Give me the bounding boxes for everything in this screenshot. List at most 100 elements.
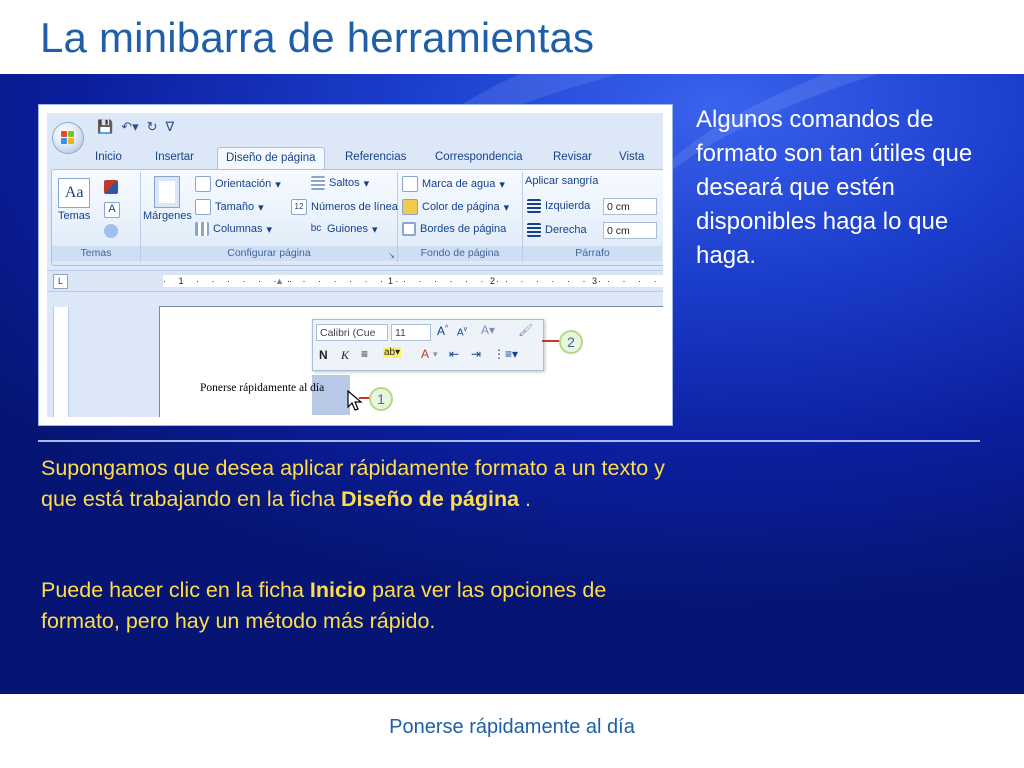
group-configurar-pagina: Márgenes Orientación ▾ Tamaño ▾ Columnas ▾ …: [141, 172, 407, 262]
tab-inicio[interactable]: Inicio: [95, 151, 122, 163]
indent-left-label: Izquierda: [527, 199, 590, 213]
document-text[interactable]: Ponerse rápidamente al día: [200, 382, 324, 394]
horizontal-ruler[interactable]: L · 1 · · · · · · · ▲ · · · · · · · · 1 …: [47, 270, 663, 292]
orientacion-button[interactable]: Orientación ▾: [195, 176, 281, 192]
shrink-font-icon[interactable]: Av: [457, 326, 467, 338]
font-size-combo[interactable]: 11: [391, 324, 431, 341]
indent-left-input[interactable]: 0 cm: [603, 198, 657, 215]
callout-1: 1: [369, 387, 393, 411]
tab-referencias[interactable]: Referencias: [345, 151, 406, 163]
saltos-label: Saltos: [329, 177, 360, 189]
indent-right-icon: [527, 223, 541, 237]
margins-icon: [154, 176, 181, 208]
theme-fonts-icon[interactable]: A: [104, 202, 120, 218]
format-painter-icon[interactable]: 🖌: [518, 323, 533, 337]
tab-revisar[interactable]: Revisar: [553, 151, 592, 163]
numeros-linea-label: Números de línea: [311, 201, 398, 213]
breaks-icon: [311, 176, 325, 190]
group-temas: Aa Temas A Temas: [52, 172, 141, 262]
margenes-label: Márgenes: [143, 210, 192, 222]
dropdown-arrow-icon: ▾: [258, 201, 264, 214]
watermark-icon: [402, 176, 418, 192]
saltos-button[interactable]: Saltos ▾: [311, 176, 369, 190]
dialog-launcher-icon[interactable]: ↘: [388, 251, 395, 260]
ribbon-tabs: Inicio Insertar Diseño de página Referen…: [47, 147, 663, 169]
bordes-pagina-label: Bordes de página: [420, 223, 507, 235]
office-logo-icon: [61, 131, 75, 145]
tab-correspondencia[interactable]: Correspondencia: [435, 151, 523, 163]
tab-selector-icon[interactable]: L: [53, 274, 68, 289]
color-de-pagina-button[interactable]: Color de página ▾: [402, 199, 509, 215]
mini-toolbar: Calibri (Cue 11 A^ Av A▾ 🖌 N K ≡ ab▾ A ▾…: [312, 319, 544, 371]
numeros-de-linea-button[interactable]: 12Números de línea▾: [291, 199, 407, 215]
dropdown-arrow-icon: ▾: [363, 177, 370, 190]
save-icon[interactable]: 💾: [97, 119, 113, 135]
hyphenation-icon: bc: [310, 223, 322, 234]
indent-left-icon: [527, 199, 541, 213]
tab-diseno-de-pagina[interactable]: Diseño de página: [217, 147, 325, 169]
orientacion-label: Orientación: [215, 178, 272, 190]
theme-colors-icon[interactable]: [104, 180, 118, 194]
guiones-button[interactable]: bc Guiones ▾: [309, 222, 378, 236]
group-label-configurar-pagina: Configurar página: [141, 246, 397, 261]
italic-icon[interactable]: K: [341, 348, 349, 363]
divider-line: [38, 440, 980, 442]
guiones-label: Guiones: [327, 223, 368, 235]
body-paragraph-1: Supongamos que desea aplicar rápidamente…: [41, 456, 665, 511]
vertical-ruler: [53, 307, 69, 417]
themes-icon: Aa: [58, 178, 91, 208]
callout-line-2: [542, 340, 560, 342]
font-name-combo[interactable]: Calibri (Cue: [316, 324, 388, 341]
word-screenshot: 💾 ↶▾ ↻ ∇ Inicio Insertar Diseño de págin…: [47, 113, 663, 417]
mouse-pointer-icon: [347, 390, 363, 411]
marca-de-agua-button[interactable]: Marca de agua ▾: [402, 176, 505, 192]
increase-indent-icon[interactable]: ⇥: [471, 347, 481, 361]
text-selection: [312, 375, 350, 415]
margenes-button[interactable]: Márgenes: [143, 176, 192, 222]
temas-button-label: Temas: [58, 210, 91, 222]
columns-icon: [195, 222, 209, 236]
indent-right-input[interactable]: 0 cm: [603, 222, 657, 239]
group-label-fondo-de-pagina: Fondo de página: [398, 246, 522, 261]
dropdown-arrow-icon: ▾: [266, 223, 273, 236]
line-numbers-icon: 12: [291, 199, 307, 215]
bold-icon[interactable]: N: [319, 348, 328, 362]
slide-footer: Ponerse rápidamente al día: [389, 716, 635, 738]
temas-button[interactable]: Aa Temas: [58, 178, 90, 222]
ribbon: Aa Temas A Temas Márgenes Orientación ▾ T…: [51, 169, 663, 266]
tab-insertar[interactable]: Insertar: [155, 151, 194, 163]
aplicar-sangria-label: Aplicar sangría: [525, 175, 599, 187]
group-label-parrafo: Párrafo: [523, 246, 662, 261]
customize-qat-icon[interactable]: ∇: [166, 119, 175, 135]
decrease-indent-icon[interactable]: ⇤: [449, 347, 459, 361]
columnas-button[interactable]: Columnas ▾: [195, 222, 272, 236]
columnas-label: Columnas: [213, 223, 263, 235]
dropdown-arrow-icon[interactable]: ▾: [433, 349, 438, 360]
redo-icon[interactable]: ↻: [147, 119, 158, 135]
page-color-icon: [402, 199, 418, 215]
page-borders-icon: [402, 222, 416, 236]
bordes-de-pagina-button[interactable]: Bordes de página: [402, 222, 506, 236]
size-icon: [195, 199, 211, 215]
callout-2: 2: [559, 330, 583, 354]
undo-icon[interactable]: ↶▾: [121, 119, 138, 135]
group-fondo-de-pagina: Marca de agua ▾ Color de página ▾ Bordes d…: [398, 172, 523, 262]
ruler-number: 2: [490, 276, 501, 286]
theme-effects-icon[interactable]: [104, 224, 118, 238]
emphasis-inicio: Inicio: [309, 578, 367, 602]
side-description: Algunos comandos de formato son tan útil…: [696, 106, 973, 269]
grow-font-icon[interactable]: A^: [437, 324, 448, 338]
group-parrafo: Aplicar sangría Izquierda 0 cm Derecha 0…: [523, 172, 662, 262]
tamano-label: Tamaño: [215, 201, 255, 213]
emphasis-diseno-de-pagina: Diseño de página: [341, 487, 520, 511]
bullets-icon[interactable]: ⋮≡▾: [493, 347, 518, 361]
quick-access-toolbar: 💾 ↶▾ ↻ ∇: [97, 118, 174, 136]
dropdown-arrow-icon: ▾: [499, 178, 505, 191]
highlight-icon[interactable]: ab▾: [383, 347, 402, 358]
tab-vista[interactable]: Vista: [619, 151, 644, 163]
dropdown-arrow-icon: ▾: [371, 223, 378, 236]
styles-icon[interactable]: A▾: [481, 323, 495, 337]
font-color-icon[interactable]: A: [421, 347, 429, 361]
tamano-button[interactable]: Tamaño ▾: [195, 199, 264, 215]
center-align-icon[interactable]: ≡: [361, 347, 368, 361]
